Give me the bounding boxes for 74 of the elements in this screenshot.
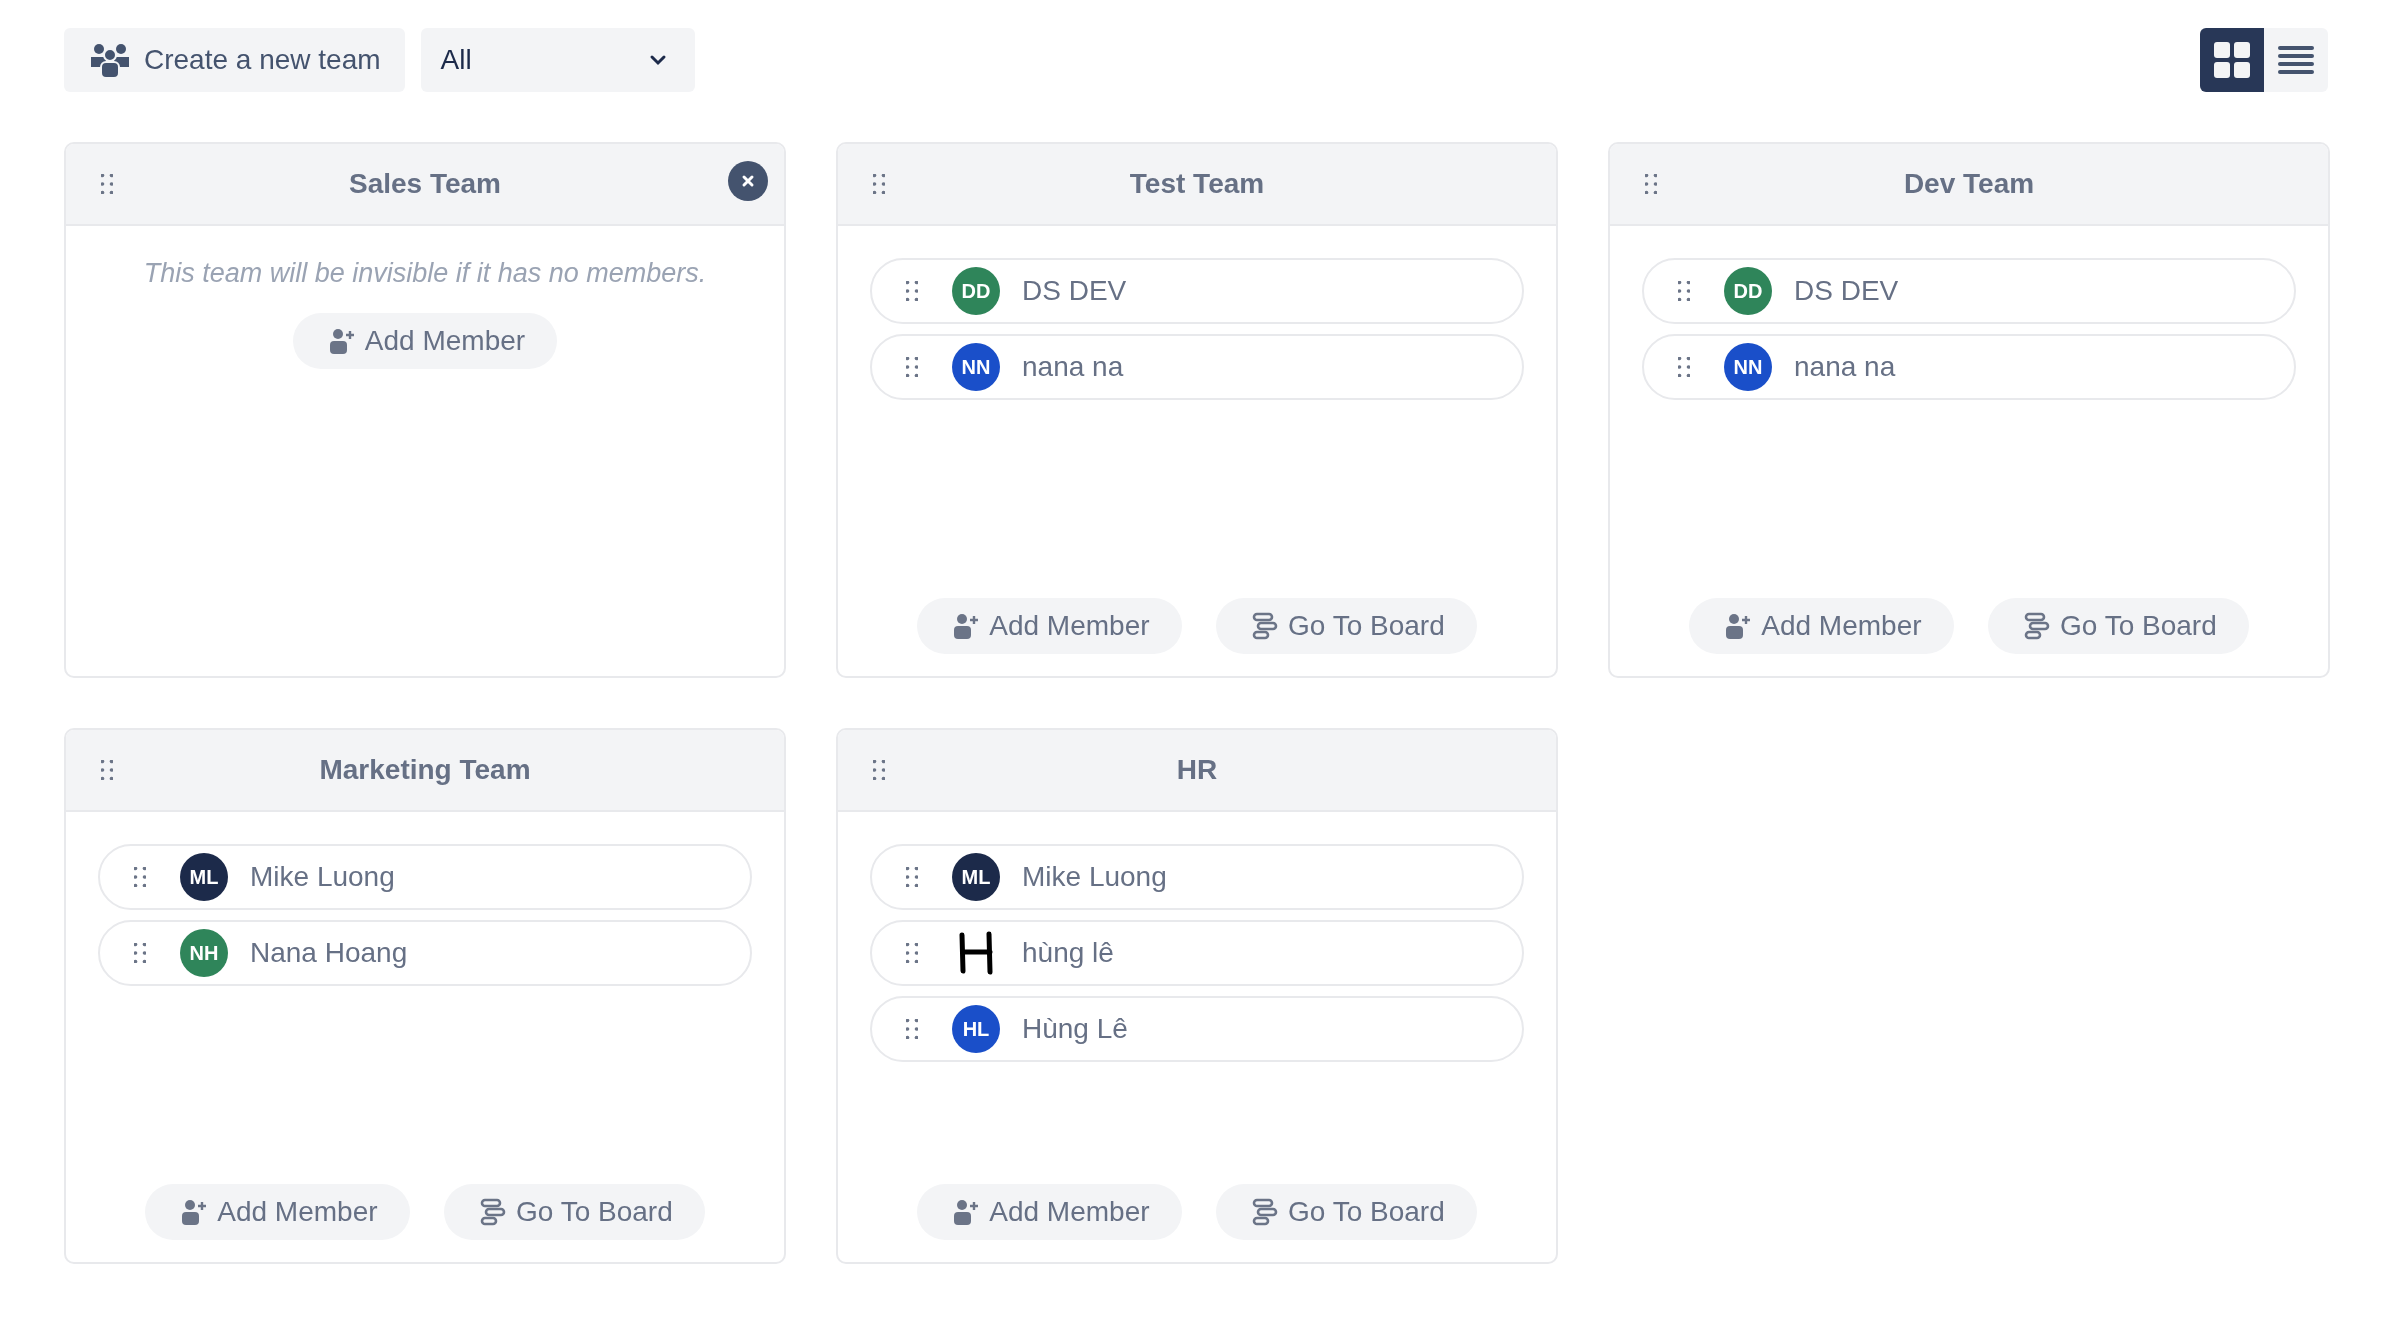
board-icon: [1252, 1198, 1279, 1226]
member-name: Nana Hoang: [250, 937, 408, 969]
member-name: nana na: [1794, 351, 1896, 383]
avatar-initials: HL: [952, 1005, 1000, 1053]
member-row[interactable]: HL Hùng Lê: [870, 996, 1524, 1062]
empty-team-note: This team will be invisible if it has no members.: [142, 258, 708, 289]
drag-handle-icon[interactable]: [134, 867, 146, 887]
drag-handle-icon[interactable]: [906, 943, 918, 963]
avatar-initials: DD: [952, 267, 1000, 315]
drag-handle-icon[interactable]: [873, 174, 885, 194]
add-member-button[interactable]: Add Member: [145, 1184, 410, 1240]
list-icon: [2278, 46, 2314, 74]
board-icon: [480, 1198, 507, 1226]
avatar-initials: ML: [952, 853, 1000, 901]
member-row[interactable]: NN nana na: [870, 334, 1524, 400]
drag-handle-icon[interactable]: [906, 357, 918, 377]
drag-handle-icon[interactable]: [1678, 357, 1690, 377]
member-name: nana na: [1022, 351, 1124, 383]
member-row[interactable]: ML Mike Luong: [870, 844, 1524, 910]
go-to-board-button[interactable]: Go To Board: [1216, 1184, 1477, 1240]
grid-icon: [2214, 42, 2250, 78]
member-name: Mike Luong: [1022, 861, 1167, 893]
member-row[interactable]: hùng lê: [870, 920, 1524, 986]
avatar-initials: NN: [952, 343, 1000, 391]
drag-handle-icon[interactable]: [906, 867, 918, 887]
member-name: hùng lê: [1022, 937, 1114, 969]
user-plus-icon: [328, 328, 355, 354]
go-to-board-button[interactable]: Go To Board: [444, 1184, 705, 1240]
drag-handle-icon[interactable]: [906, 1019, 918, 1039]
user-plus-icon: [1725, 613, 1752, 639]
user-plus-icon: [953, 613, 980, 639]
drag-handle-icon[interactable]: [134, 943, 146, 963]
member-name: Hùng Lê: [1022, 1013, 1128, 1045]
avatar-initials: DD: [1724, 267, 1772, 315]
drag-handle-icon[interactable]: [906, 281, 918, 301]
member-row[interactable]: DD DS DEV: [870, 258, 1524, 324]
member-row[interactable]: NH Nana Hoang: [98, 920, 752, 986]
create-team-button[interactable]: Create a new team: [64, 28, 405, 92]
board-icon: [1252, 612, 1279, 640]
drag-handle-icon[interactable]: [1645, 174, 1657, 194]
team-name: Marketing Team: [319, 754, 531, 786]
drag-handle-icon[interactable]: [101, 174, 113, 194]
member-row[interactable]: ML Mike Luong: [98, 844, 752, 910]
member-name: DS DEV: [1022, 275, 1127, 307]
chevron-down-icon: [648, 54, 667, 66]
member-row[interactable]: DD DS DEV: [1642, 258, 2296, 324]
drag-handle-icon[interactable]: [873, 760, 885, 780]
avatar-initials: ML: [180, 853, 228, 901]
go-to-board-button[interactable]: Go To Board: [1988, 598, 2249, 654]
add-member-button[interactable]: Add Member: [292, 313, 558, 369]
add-member-button[interactable]: Add Member: [917, 1184, 1182, 1240]
go-to-board-button[interactable]: Go To Board: [1216, 598, 1477, 654]
add-member-button[interactable]: Add Member: [917, 598, 1182, 654]
avatar-initials: NN: [1724, 343, 1772, 391]
team-name: Test Team: [1129, 168, 1265, 200]
team-name: Sales Team: [349, 168, 501, 200]
list-view-button[interactable]: [2264, 28, 2328, 92]
user-plus-icon: [953, 1199, 980, 1225]
avatar-initials: NH: [180, 929, 228, 977]
users-icon: [90, 42, 130, 78]
board-icon: [2024, 612, 2051, 640]
user-plus-icon: [181, 1199, 208, 1225]
member-name: Mike Luong: [250, 861, 395, 893]
close-icon: [741, 174, 755, 188]
team-name: Dev Team: [1903, 168, 2035, 200]
team-name: HR: [1176, 754, 1218, 786]
close-button[interactable]: [728, 161, 768, 201]
team-filter-dropdown[interactable]: All: [420, 28, 695, 92]
drag-handle-icon[interactable]: [101, 760, 113, 780]
drag-handle-icon[interactable]: [1678, 281, 1690, 301]
member-name: DS DEV: [1794, 275, 1899, 307]
grid-view-button[interactable]: [2200, 28, 2264, 92]
member-row[interactable]: NN nana na: [1642, 334, 2296, 400]
add-member-button[interactable]: Add Member: [1689, 598, 1954, 654]
